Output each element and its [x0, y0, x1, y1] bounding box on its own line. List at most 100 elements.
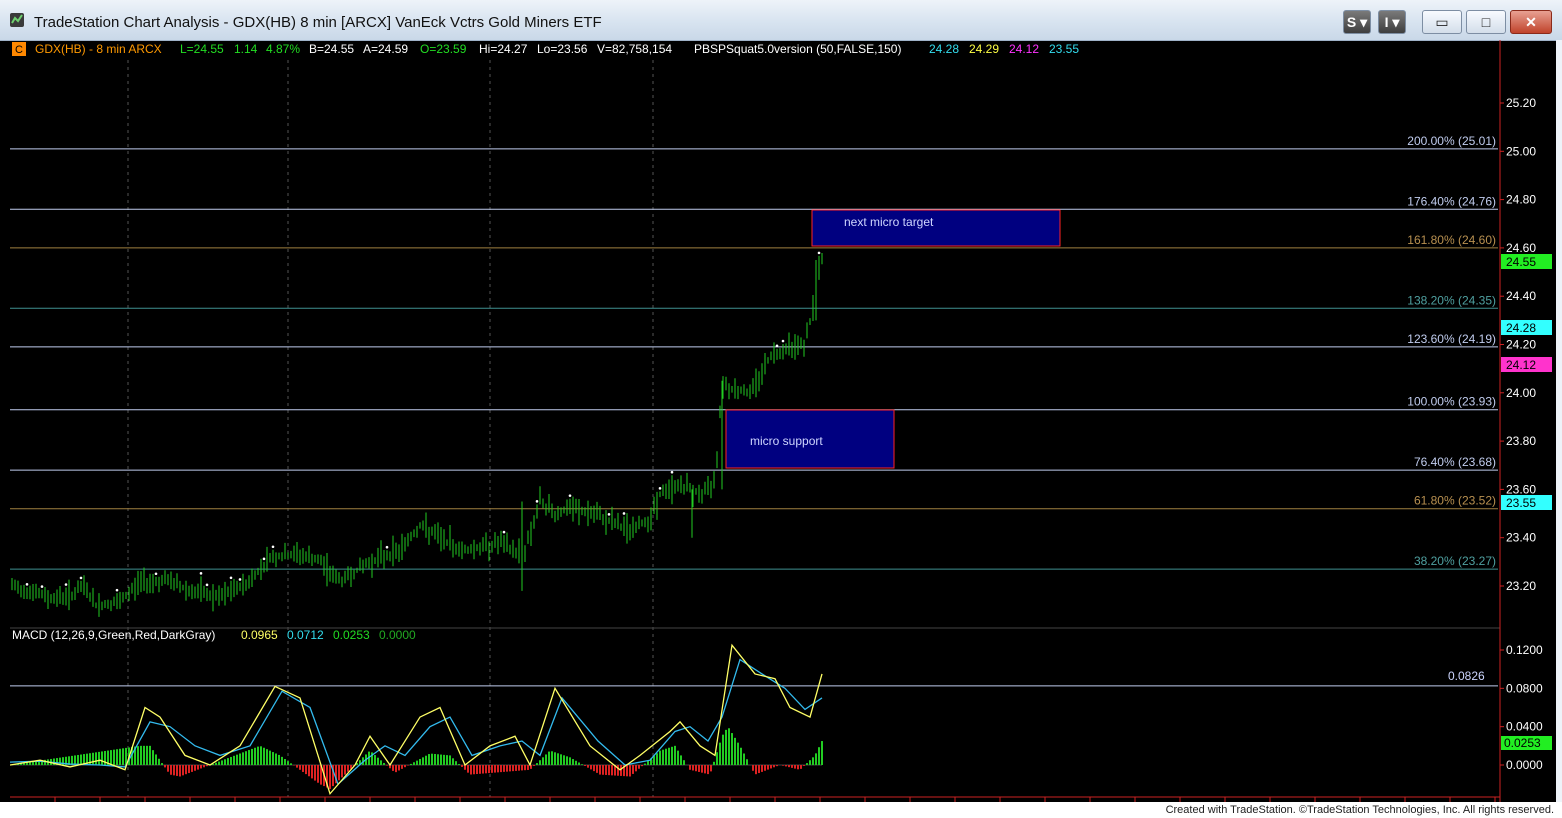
- target-box-label: next micro target: [844, 215, 934, 229]
- fib-label: 61.80% (23.52): [1414, 494, 1496, 508]
- bar-marker: [781, 339, 785, 343]
- macd-hist-badge-text: 0.0253: [1504, 736, 1541, 750]
- bar-marker: [385, 545, 389, 549]
- bar-marker: [229, 576, 233, 580]
- maximize-button[interactable]: □: [1466, 10, 1506, 34]
- i-menu-label: I: [1384, 14, 1389, 30]
- fib-label: 100.00% (23.93): [1407, 395, 1496, 409]
- price-tick-label: 24.60: [1506, 241, 1536, 255]
- ind-badge-3-text: 23.55: [1506, 496, 1536, 510]
- header-pct: 4.87%: [266, 42, 300, 56]
- bar-marker: [502, 530, 506, 534]
- header-ind-v3: 24.12: [1009, 42, 1039, 56]
- signal-value: 0.0712: [287, 628, 324, 642]
- annotation-boxes: next micro target micro support: [725, 209, 1061, 469]
- price-tick-label: 23.80: [1506, 434, 1536, 448]
- macd-axis-labels: 0.1200 0.0800 0.0400 0.0000: [1500, 643, 1543, 772]
- macd-label: MACD (12,26,9,Green,Red,DarkGray): [12, 628, 215, 642]
- price-tick-label: 24.20: [1506, 338, 1536, 352]
- close-icon: ✕: [1525, 14, 1537, 30]
- header-ind-v2: 24.29: [969, 42, 999, 56]
- price-axis-labels: 25.20 25.00 24.80 24.60 24.40 24.20 24.00 23.80…: [1500, 96, 1536, 593]
- last-price-badge-text: 24.55: [1506, 255, 1536, 269]
- header-ask: A=24.59: [363, 42, 408, 56]
- maximize-icon: □: [1481, 14, 1491, 30]
- bar-marker: [271, 545, 275, 549]
- fib-label: 38.20% (23.27): [1414, 554, 1496, 568]
- price-tick-label: 24.00: [1506, 386, 1536, 400]
- header-high: Hi=24.27: [479, 42, 528, 56]
- chart-canvas[interactable]: 200.00% (25.01) 176.40% (24.76) 161.80% (2…: [10, 40, 1556, 802]
- bar-marker: [775, 344, 779, 348]
- header-last: L=24.55: [180, 42, 224, 56]
- bar-marker: [79, 576, 83, 580]
- header-low: Lo=23.56: [537, 42, 588, 56]
- price-tick-label: 24.40: [1506, 289, 1536, 303]
- bar-marker: [40, 585, 44, 588]
- bar-marker: [535, 500, 539, 503]
- macd-value: 0.0965: [241, 628, 278, 642]
- bar-marker: [607, 513, 611, 516]
- header-indicator: PBSPSquat5.0version (50,FALSE,150): [694, 42, 901, 56]
- s-menu-button[interactable]: S ▾: [1343, 10, 1371, 34]
- fib-label: 161.80% (24.60): [1407, 233, 1496, 247]
- header-ind-v1: 24.28: [929, 42, 959, 56]
- ind-badge-1-text: 24.28: [1506, 321, 1536, 335]
- window-right-edge: [1556, 40, 1562, 802]
- fib-label: 76.40% (23.68): [1414, 455, 1496, 469]
- macd-line: [10, 643, 823, 796]
- bar-marker: [622, 512, 626, 515]
- price-tick-label: 23.40: [1506, 531, 1536, 545]
- support-box-label: micro support: [750, 434, 823, 448]
- header-bid: B=24.55: [309, 42, 354, 56]
- macd-tick-label: 0.0000: [1506, 758, 1543, 772]
- fib-label: 176.40% (24.76): [1407, 194, 1496, 208]
- price-tick-label: 23.20: [1506, 579, 1536, 593]
- fib-label: 138.20% (24.35): [1407, 293, 1496, 307]
- bar-marker: [205, 583, 209, 587]
- header-ind-v4: 23.55: [1049, 42, 1079, 56]
- macd-hline-label: 0.0826: [1448, 669, 1485, 683]
- bar-marker: [262, 557, 266, 561]
- header-symbol: GDX(HB) - 8 min ARCX: [35, 42, 162, 56]
- minimize-button[interactable]: ▭: [1422, 10, 1462, 34]
- macd-tick-label: 0.1200: [1506, 643, 1543, 657]
- price-tick-label: 23.60: [1506, 482, 1536, 496]
- macd-tick-label: 0.0400: [1506, 720, 1543, 734]
- chart-window: TradeStation Chart Analysis - GDX(HB) 8 …: [0, 0, 1562, 818]
- footer-bar: Created with TradeStation. ©TradeStation…: [0, 802, 1562, 818]
- macd-status-line: MACD (12,26,9,Green,Red,DarkGray) 0.0965…: [12, 628, 416, 642]
- s-menu-label: S: [1346, 14, 1357, 30]
- header-chg: 1.14: [234, 42, 258, 56]
- price-bars: [11, 251, 823, 617]
- fib-levels: 200.00% (25.01) 176.40% (24.76) 161.80% (2…: [10, 134, 1498, 570]
- close-button[interactable]: ✕: [1510, 10, 1552, 34]
- fib-label: 200.00% (25.01): [1407, 134, 1496, 148]
- price-tick-label: 25.20: [1506, 96, 1536, 110]
- header-open: O=23.59: [420, 42, 467, 56]
- bar-marker: [658, 487, 662, 490]
- macd-panel: [10, 643, 1498, 796]
- tradestation-app-icon: [10, 13, 24, 27]
- minimize-icon: ▭: [1435, 14, 1449, 30]
- bar-marker: [154, 572, 158, 576]
- hist-value: 0.0253: [333, 628, 370, 642]
- zero-value: 0.0000: [379, 628, 416, 642]
- title-bar[interactable]: TradeStation Chart Analysis - GDX(HB) 8 …: [0, 0, 1562, 41]
- header-status-line: GDX(HB) - 8 min ARCX L=24.55 1.14 4.87% …: [35, 42, 1079, 56]
- price-tick-label: 25.00: [1506, 144, 1536, 158]
- bar-marker: [199, 572, 203, 575]
- fib-label: 123.60% (24.19): [1407, 332, 1496, 346]
- bar-marker: [817, 251, 821, 255]
- window-title: TradeStation Chart Analysis - GDX(HB) 8 …: [34, 14, 602, 31]
- ind-badge-2-text: 24.12: [1506, 358, 1536, 372]
- tradestation-credit: Created with TradeStation. ©TradeStation…: [1165, 804, 1554, 816]
- bar-marker: [670, 470, 674, 474]
- chart-area[interactable]: 200.00% (25.01) 176.40% (24.76) 161.80% (2…: [10, 40, 1556, 802]
- price-tick-label: 24.80: [1506, 193, 1536, 207]
- bar-marker: [64, 583, 68, 586]
- c-badge-label: C: [15, 44, 23, 56]
- i-menu-button[interactable]: I ▾: [1378, 10, 1406, 34]
- header-volume: V=82,758,154: [597, 42, 672, 56]
- bar-marker: [115, 588, 119, 592]
